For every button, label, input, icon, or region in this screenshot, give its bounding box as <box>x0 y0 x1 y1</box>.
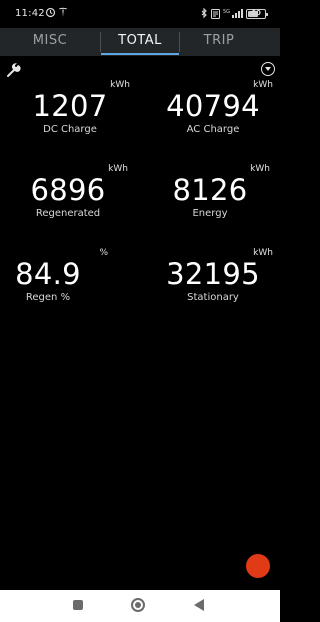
back-icon[interactable] <box>194 599 204 611</box>
sync-icon <box>45 7 56 19</box>
stat-label: Energy <box>192 208 228 219</box>
stat-value: 84.9 <box>15 257 81 291</box>
stat-regenerated: kWh 6896 Regenerated <box>8 164 128 224</box>
wrench-icon[interactable] <box>6 62 22 78</box>
stat-value: 8126 <box>172 173 248 207</box>
stat-label: AC Charge <box>186 124 240 135</box>
navigation-bar <box>0 590 280 622</box>
svg-text:5G: 5G <box>223 9 230 15</box>
status-bar: 11:42 5G 60 <box>0 0 280 28</box>
active-tab-indicator <box>101 53 179 55</box>
stat-unit: kWh <box>108 164 128 174</box>
stat-value: 32195 <box>166 257 260 291</box>
tab-total[interactable]: TOTAL <box>101 28 179 56</box>
stat-regen-percent: % 84.9 Regen % <box>0 248 108 308</box>
home-icon[interactable] <box>131 598 145 612</box>
stat-stationary: kWh 32195 Stationary <box>153 248 273 308</box>
tab-misc[interactable]: MISC <box>0 28 100 56</box>
stat-label: Stationary <box>187 292 239 303</box>
stat-unit: kWh <box>110 80 130 90</box>
battery-icon: 60 <box>246 8 268 19</box>
stat-value: 6896 <box>30 173 106 207</box>
tesla-logo-icon <box>58 7 68 19</box>
status-icons: 5G 60 <box>201 4 268 23</box>
vowifi-icon <box>211 4 220 23</box>
tab-bar: MISC TOTAL TRIP <box>0 28 280 56</box>
status-time: 11:42 <box>15 8 45 19</box>
stat-label: DC Charge <box>43 124 97 135</box>
recents-icon[interactable] <box>73 600 83 610</box>
stat-value: 40794 <box>166 89 260 123</box>
tab-trip[interactable]: TRIP <box>180 28 258 56</box>
stat-dc-charge: kWh 1207 DC Charge <box>10 80 130 140</box>
stat-energy: kWh 8126 Energy <box>150 164 270 224</box>
battery-level: 60 <box>251 8 261 17</box>
stat-label: Regenerated <box>35 208 101 219</box>
dropdown-icon[interactable] <box>261 62 275 76</box>
stat-unit: kWh <box>250 164 270 174</box>
stats-panel: kWh 1207 DC Charge kWh 40794 AC Charge k… <box>0 56 280 590</box>
signal-icon: 5G <box>223 4 243 23</box>
bluetooth-icon <box>201 4 208 23</box>
stat-label: Regen % <box>25 292 71 303</box>
floating-action-button[interactable] <box>246 554 270 578</box>
stat-ac-charge: kWh 40794 AC Charge <box>153 80 273 140</box>
stat-value: 1207 <box>32 89 108 123</box>
stat-unit: % <box>99 248 108 258</box>
